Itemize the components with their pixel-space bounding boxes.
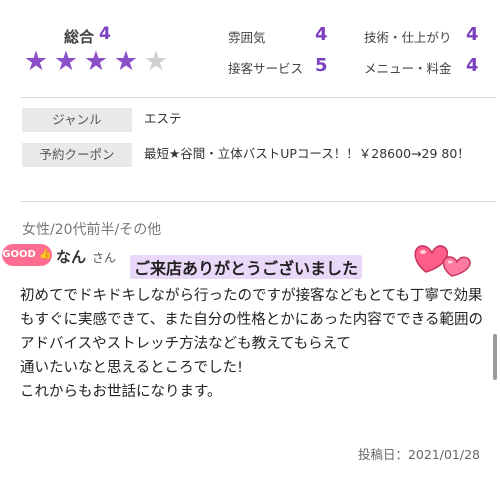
sub-rating-label-technique: 技術・仕上がり	[364, 30, 452, 45]
star-filled-icon: ★	[23, 46, 49, 77]
review-paragraph: 通いたいなと思えるところでした!	[20, 360, 243, 376]
sub-rating-label-atmosphere: 雰囲気	[228, 30, 266, 45]
coupon-value[interactable]: 最短★谷間・立体バストUPコース！！￥28600→29 80！	[144, 143, 494, 165]
divider	[20, 201, 496, 202]
post-date: 投稿日：2021/01/28	[357, 447, 480, 462]
sub-rating-score-menu-price: 4	[466, 55, 479, 76]
sub-rating-score-atmosphere: 4	[315, 24, 328, 45]
star-filled-icon: ★	[53, 46, 79, 77]
hearts-icon	[414, 245, 471, 277]
review-paragraph: 初めてでドキドキしながら行ったのですが接客などもとても丁寧で効果もすぐに実感でき…	[20, 288, 483, 352]
overall-score: 4	[99, 24, 111, 44]
review-body: 初めてでドキドキしながら行ったのですが接客などもとても丁寧で効果もすぐに実感でき…	[20, 284, 488, 404]
genre-value: エステ	[144, 111, 182, 126]
review-card: 総合 4 ★ ★ ★ ★ ★ 雰囲気 4 技術・仕上がり 4 接客サービス 5 メニュー…	[0, 0, 500, 486]
review-paragraph: これからもお世話になります。	[20, 384, 222, 400]
sub-rating-label-service: 接客サービス	[228, 61, 304, 76]
sub-rating-label-menu-price: メニュー・料金	[364, 61, 452, 76]
thanks-message: ご来店ありがとうございました	[130, 255, 363, 279]
genre-tag: ジャンル	[22, 108, 132, 132]
star-filled-icon: ★	[83, 46, 109, 77]
star-rating: ★ ★ ★ ★ ★	[22, 48, 170, 76]
divider	[20, 97, 496, 98]
reviewer-name: なん	[56, 248, 87, 266]
reviewer-meta: 女性/20代前半/その他	[22, 222, 162, 238]
star-filled-icon: ★	[113, 46, 139, 77]
sub-rating-score-service: 5	[315, 55, 328, 76]
overall-label: 総合	[64, 28, 95, 46]
sub-rating-score-technique: 4	[466, 24, 479, 45]
reviewer-honorific: さん	[92, 251, 117, 265]
scrollbar[interactable]	[493, 334, 497, 380]
good-badge: GOOD 👍	[2, 244, 52, 266]
star-empty-icon: ★	[143, 46, 169, 77]
coupon-tag: 予約クーポン	[22, 143, 132, 167]
thumbs-up-icon: 👍	[35, 249, 52, 260]
good-badge-label: GOOD	[2, 249, 36, 260]
